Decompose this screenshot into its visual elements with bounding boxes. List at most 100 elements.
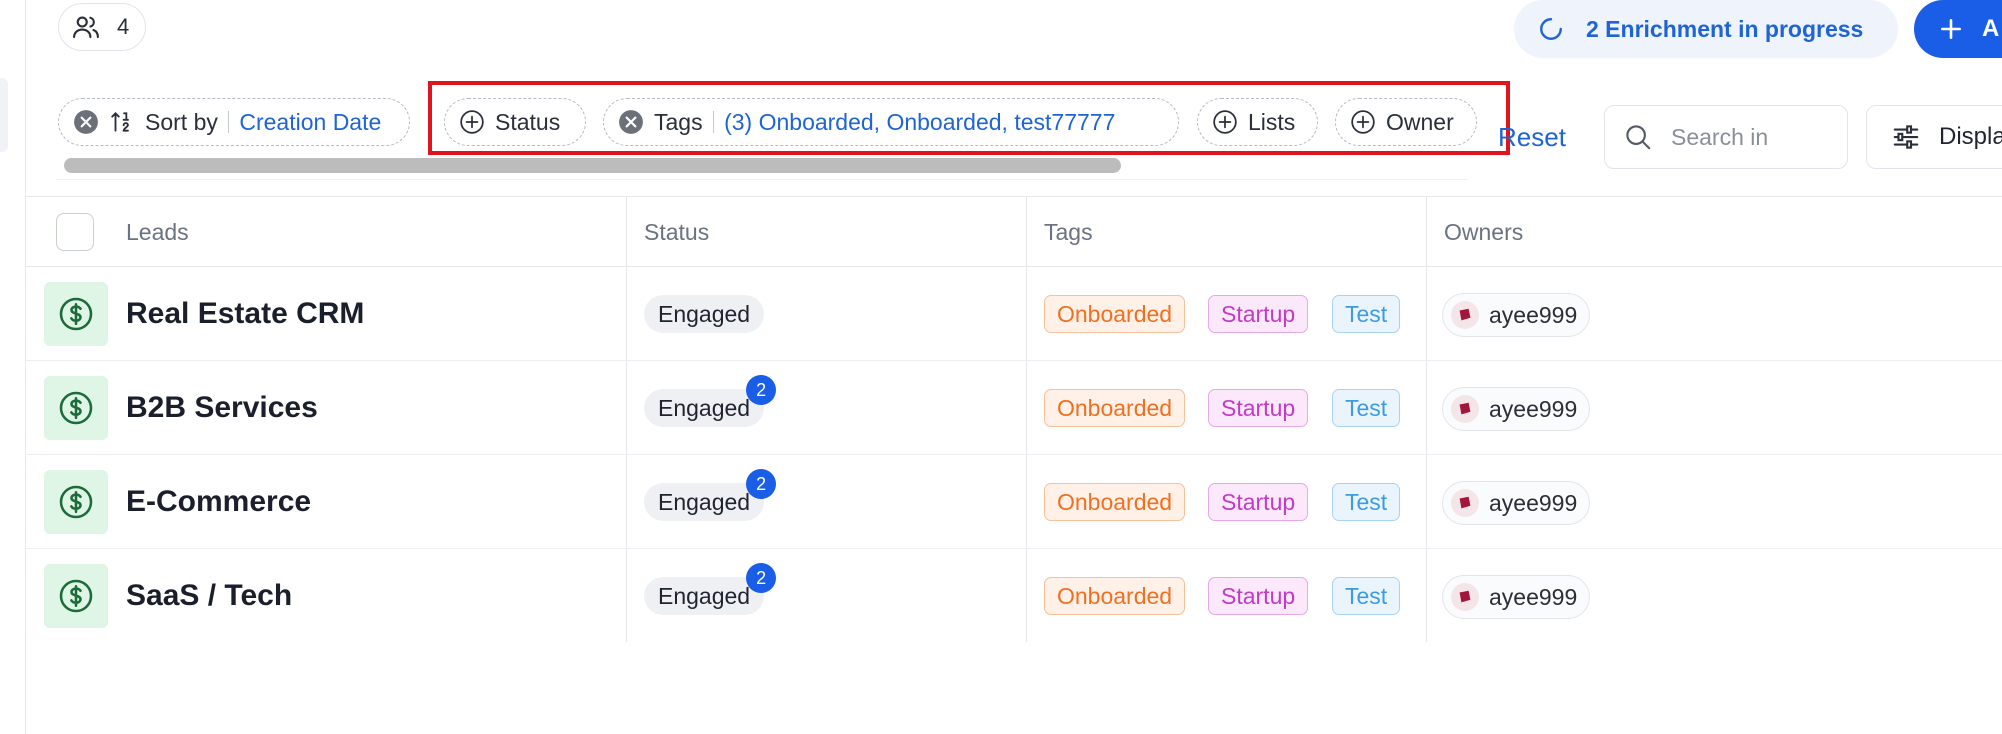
display-button[interactable]: Displa	[1866, 105, 2002, 169]
sort-value: Creation Date	[239, 108, 382, 135]
lead-name[interactable]: SaaS / Tech	[126, 549, 292, 643]
tag-startup[interactable]: Startup	[1208, 389, 1309, 427]
sort-filter-chip[interactable]: Sort by Creation Date	[58, 98, 410, 146]
reset-link[interactable]: Reset	[1498, 122, 1566, 153]
tags-filter-chip[interactable]: Tags (3) Onboarded, Onboarded, test77777	[603, 98, 1179, 146]
status-label: Engaged	[658, 300, 751, 327]
tag-startup[interactable]: Startup	[1208, 295, 1309, 333]
lead-avatar	[44, 282, 108, 346]
avatar-icon	[1459, 308, 1471, 321]
tag-startup[interactable]: Startup	[1208, 483, 1309, 521]
tag-onboarded[interactable]: Onboarded	[1044, 295, 1186, 333]
owner-avatar	[1451, 583, 1479, 611]
select-all-checkbox[interactable]	[56, 213, 94, 251]
users-count: 4	[117, 14, 130, 39]
tag-test[interactable]: Test	[1332, 389, 1401, 427]
table-row[interactable]: E-Commerce Engaged 2 Onboarded Startup T…	[26, 455, 2002, 549]
filter-scrollbar-thumb[interactable]	[64, 158, 1121, 173]
column-header-owners[interactable]: Owners	[1444, 197, 1523, 267]
activity-count-badge: 2	[746, 563, 777, 593]
tags-filter-value: (3) Onboarded, Onboarded, test77777	[724, 108, 1116, 135]
owner-name: ayee999	[1489, 395, 1578, 422]
column-header-status[interactable]: Status	[644, 197, 709, 267]
status-badge[interactable]: Engaged 2	[644, 563, 777, 615]
sliders-icon	[1893, 125, 1919, 149]
chip-separator	[227, 111, 230, 133]
enrichment-status-button[interactable]: 2 Enrichment in progress	[1514, 0, 1898, 58]
plus-circle-icon	[460, 110, 484, 134]
lead-name[interactable]: B2B Services	[126, 361, 318, 455]
table-row[interactable]: Real Estate CRM Engaged Onboarded Startu…	[26, 267, 2002, 361]
close-circle-icon[interactable]	[73, 109, 99, 135]
spinner-icon	[1540, 18, 1562, 40]
sidebar-nav-item[interactable]	[0, 78, 8, 152]
close-circle-icon[interactable]	[618, 109, 644, 135]
table-row[interactable]: B2B Services Engaged 2 Onboarded Startup…	[26, 361, 2002, 455]
users-count-button[interactable]: 4	[58, 3, 146, 51]
dollar-circle-icon	[59, 391, 93, 425]
tag-onboarded[interactable]: Onboarded	[1044, 577, 1186, 615]
display-label: Displa	[1939, 123, 2002, 150]
tags-filter-label: Tags	[654, 108, 703, 135]
owner-name: ayee999	[1489, 489, 1578, 516]
table-header: Leads Status Tags Owners	[26, 197, 2002, 267]
lead-avatar	[44, 376, 108, 440]
tag-onboarded[interactable]: Onboarded	[1044, 389, 1186, 427]
filter-divider	[56, 179, 1468, 180]
avatar-icon	[1459, 402, 1471, 415]
owner-chip[interactable]: ayee999	[1442, 575, 1591, 619]
owner-avatar	[1451, 395, 1479, 423]
status-badge[interactable]: Engaged 2	[644, 469, 777, 521]
search-icon	[1626, 125, 1651, 150]
avatar-icon	[1459, 496, 1471, 509]
users-icon	[73, 16, 99, 39]
status-label: Engaged	[658, 394, 751, 421]
lists-filter-chip[interactable]: Lists	[1197, 98, 1318, 146]
owner-chip[interactable]: ayee999	[1442, 387, 1591, 431]
owner-avatar	[1451, 489, 1479, 517]
search-box[interactable]	[1604, 105, 1848, 169]
status-badge[interactable]: Engaged 2	[644, 375, 777, 427]
add-label: A	[1982, 15, 2000, 42]
lead-name[interactable]: E-Commerce	[126, 455, 311, 549]
owner-chip[interactable]: ayee999	[1442, 293, 1591, 337]
dollar-circle-icon	[59, 579, 93, 613]
owner-filter-chip[interactable]: Owner	[1335, 98, 1477, 146]
column-header-leads[interactable]: Leads	[126, 197, 189, 267]
tag-startup[interactable]: Startup	[1208, 577, 1309, 615]
lead-avatar	[44, 564, 108, 628]
tag-test[interactable]: Test	[1332, 483, 1401, 521]
status-label: Engaged	[658, 582, 751, 609]
table-row[interactable]: SaaS / Tech Engaged 2 Onboarded Startup …	[26, 549, 2002, 643]
plus-circle-icon	[1213, 110, 1237, 134]
plus-circle-icon	[1351, 110, 1375, 134]
lead-name[interactable]: Real Estate CRM	[126, 267, 364, 361]
status-filter-chip[interactable]: Status	[444, 98, 586, 146]
tag-onboarded[interactable]: Onboarded	[1044, 483, 1186, 521]
column-header-tags[interactable]: Tags	[1044, 197, 1093, 267]
owner-avatar	[1451, 301, 1479, 329]
status-filter-label: Status	[495, 108, 561, 135]
leads-page: 4 2 Enrichment in progress A Sort by Cre…	[0, 0, 2002, 734]
search-input[interactable]	[1671, 123, 1821, 151]
owner-chip[interactable]: ayee999	[1442, 481, 1591, 525]
status-label: Engaged	[658, 488, 751, 515]
avatar-icon	[1459, 590, 1471, 603]
plus-icon	[1941, 19, 1961, 39]
sort-numeric-icon	[111, 112, 129, 132]
activity-count-badge: 2	[746, 469, 777, 499]
owner-name: ayee999	[1489, 301, 1578, 328]
owner-name: ayee999	[1489, 583, 1578, 610]
dollar-circle-icon	[59, 297, 93, 331]
enrichment-label: 2 Enrichment in progress	[1586, 15, 1864, 42]
chip-separator	[712, 111, 715, 133]
sort-label: Sort by	[145, 108, 218, 135]
add-lead-button[interactable]: A	[1914, 0, 2002, 58]
status-badge[interactable]: Engaged	[644, 295, 765, 333]
dollar-circle-icon	[59, 485, 93, 519]
lists-filter-label: Lists	[1248, 108, 1296, 135]
tag-test[interactable]: Test	[1332, 295, 1401, 333]
owner-filter-label: Owner	[1386, 108, 1454, 135]
tag-test[interactable]: Test	[1332, 577, 1401, 615]
lead-avatar	[44, 470, 108, 534]
